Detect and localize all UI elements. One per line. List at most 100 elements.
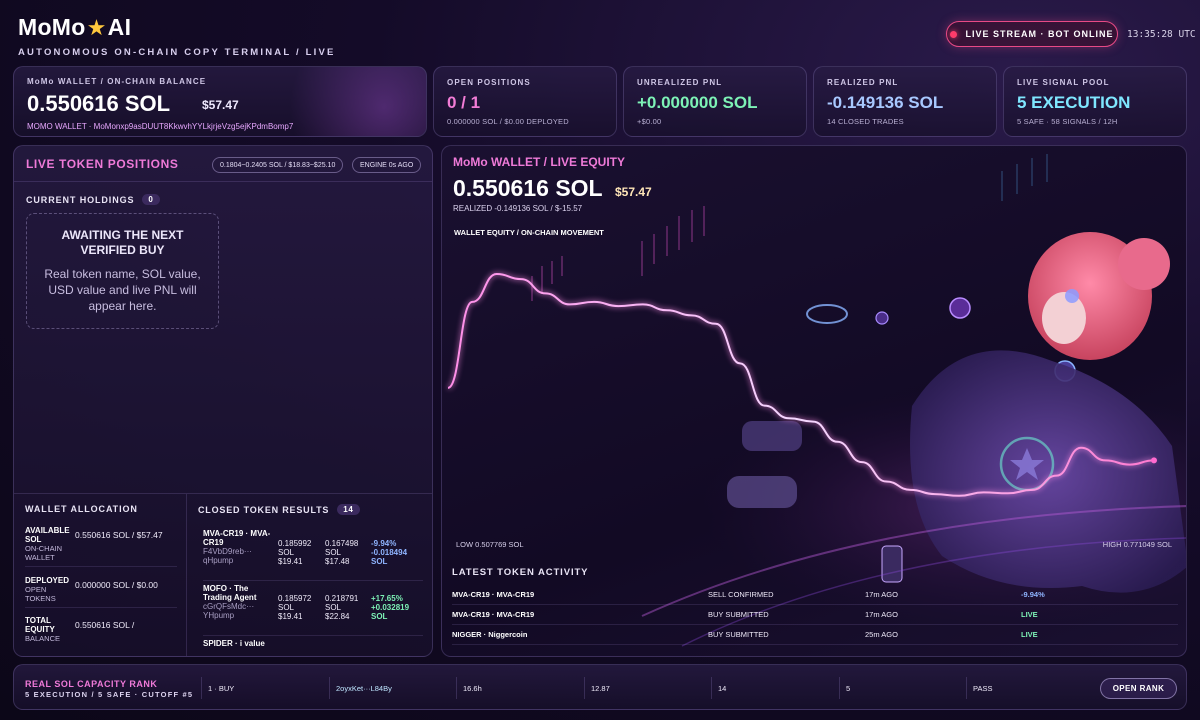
- stat-label: LIVE SIGNAL POOL: [1017, 78, 1110, 87]
- brand-name-left: MoMo: [18, 14, 86, 40]
- bg-candles: [531, 206, 705, 301]
- rank-position-cell: 1 · BUY: [201, 677, 328, 699]
- closed-result-row[interactable]: MVA-CR19 · MVA-CR19 F4VbD9reb··· qHpump 0…: [203, 529, 423, 581]
- activity-title: LATEST TOKEN ACTIVITY: [452, 567, 589, 578]
- activity-result: LIVE: [1021, 610, 1038, 619]
- entry-sol: 0.185992 SOL: [278, 539, 312, 557]
- closed-result-row[interactable]: SPIDER · i value: [203, 639, 423, 656]
- allocation-subkey: OPEN TOKENS: [25, 585, 56, 603]
- star-icon: ★: [86, 14, 107, 40]
- open-positions-card: OPEN POSITIONS 0 / 1 0.000000 SOL / $0.0…: [433, 66, 617, 137]
- empty-title: AWAITING THE NEXT VERIFIED BUY: [61, 228, 184, 257]
- closed-token-results: CLOSED TOKEN RESULTS 14 MVA-CR19 · MVA-C…: [187, 494, 432, 656]
- wallet-balance: 0.550616 SOL: [27, 91, 171, 116]
- activity-status: SELL CONFIRMED: [708, 590, 774, 599]
- allocation-subkey: BALANCE: [25, 634, 61, 643]
- activity-token: MVA-CR19 · MVA-CR19: [452, 610, 535, 619]
- allocation-row: DEPLOYED OPEN TOKENS 0.000000 SOL / $0.00: [25, 576, 177, 608]
- exit-sol: 0.218791 SOL: [325, 594, 359, 612]
- wallet-balance-card: MoMo WALLET / ON-CHAIN BALANCE 0.550616 …: [13, 66, 427, 137]
- brand: MoMo ★ AI AUTONOMOUS ON-CHAIN COPY TERMINA…: [18, 14, 336, 58]
- rank-score-cell: 12.87: [584, 677, 711, 699]
- activity-row[interactable]: MVA-CR19 · MVA-CR19 SELL CONFIRMED 17m A…: [452, 585, 1178, 605]
- allocation-row: AVAILABLE SOL ON-CHAIN WALLET 0.550616 SO…: [25, 526, 177, 567]
- live-status-pill[interactable]: LIVE STREAM · BOT ONLINE: [946, 21, 1118, 47]
- activity-result: LIVE: [1021, 630, 1038, 639]
- rank-trades-cell: 14: [711, 677, 838, 699]
- holdings-label-text: CURRENT HOLDINGS: [26, 194, 135, 205]
- closed-title-text: CLOSED TOKEN RESULTS: [198, 504, 330, 515]
- stat-label: OPEN POSITIONS: [447, 78, 531, 87]
- activity-time: 17m AGO: [865, 590, 898, 599]
- equity-title: MoMo WALLET / LIVE EQUITY: [453, 155, 625, 169]
- allocation-row: TOTAL EQUITY BALANCE 0.550616 SOL /: [25, 616, 177, 647]
- activity-status: BUY SUBMITTED: [708, 630, 769, 639]
- realized-summary: REALIZED -0.149136 SOL / $-15.57: [453, 204, 583, 213]
- holdings-count-badge: 0: [142, 194, 160, 205]
- capacity-rank-bar: REAL SOL CAPACITY RANK 5 EXECUTION / 5 S…: [13, 664, 1187, 710]
- exit-sol: 0.167498 SOL: [325, 539, 359, 557]
- stat-label: UNREALIZED PNL: [637, 78, 723, 87]
- stat-sub: 0.000000 SOL / $0.00 DEPLOYED: [447, 117, 569, 126]
- allocation-subkey: ON-CHAIN WALLET: [25, 544, 63, 562]
- live-token-positions-panel: LIVE TOKEN POSITIONS 0.1804~0.2405 SOL /…: [13, 145, 433, 657]
- token-address: F4VbD9reb··· qHpump: [203, 547, 252, 565]
- activity-row[interactable]: NIGGER · Niggercoin BUY SUBMITTED 25m AG…: [452, 625, 1178, 645]
- rank-age-cell: 16.6h: [456, 677, 583, 699]
- live-status-text: LIVE STREAM · BOT ONLINE: [965, 29, 1114, 39]
- closed-result-row[interactable]: MOFO · The Trading Agent cGrQFsMdc··· YHp…: [203, 584, 423, 636]
- stat-sub: 14 CLOSED TRADES: [827, 117, 904, 126]
- equity-balance: 0.550616 SOL: [453, 175, 603, 201]
- wallet-usd: $57.47: [202, 98, 239, 112]
- app-logo: MoMo ★ AI: [18, 14, 336, 41]
- brand-name-right: AI: [107, 14, 132, 40]
- engine-status-chip[interactable]: ENGINE 0s AGO: [352, 157, 422, 173]
- stat-value: 0 / 1: [447, 93, 481, 112]
- background-artwork: [447, 154, 1186, 647]
- sol-range-chip[interactable]: 0.1804~0.2405 SOL / $18.83~$25.10: [212, 157, 344, 173]
- allocation-key: TOTAL EQUITY: [25, 616, 55, 634]
- closed-results-title: CLOSED TOKEN RESULTS 14: [198, 504, 360, 515]
- wallet-address[interactable]: MOMO WALLET · MoMonxp9asDUUT8KkwvhYYLkjr…: [27, 122, 293, 131]
- allocation-key: AVAILABLE SOL: [25, 526, 70, 544]
- allocation-value: 0.000000 SOL / $0.00: [75, 580, 158, 590]
- activity-row[interactable]: MVA-CR19 · MVA-CR19 BUY SUBMITTED 17m AG…: [452, 605, 1178, 625]
- token-name: MOFO · The Trading Agent: [203, 584, 257, 602]
- activity-result: -9.94%: [1021, 590, 1045, 599]
- exit-usd: $22.84: [325, 612, 350, 621]
- stat-sub: 5 SAFE · 58 SIGNALS / 12H: [1017, 117, 1118, 126]
- rank-title: REAL SOL CAPACITY RANK: [25, 679, 158, 689]
- equity-low: LOW 0.507769 SOL: [456, 540, 524, 549]
- pnl-sol: +0.032819 SOL: [371, 603, 410, 621]
- clock: 13:35:28 UTC: [1127, 29, 1196, 40]
- rank-wallet-cell[interactable]: 2oyxKet···L84By: [329, 677, 456, 699]
- allocation-value: 0.550616 SOL / $57.47: [75, 530, 163, 540]
- entry-usd: $19.41: [278, 557, 303, 566]
- token-address: cGrQFsMdc··· YHpump: [203, 602, 255, 620]
- rank-count-cell: 5: [839, 677, 966, 699]
- activity-token: NIGGER · Niggercoin: [452, 630, 528, 639]
- activity-status: BUY SUBMITTED: [708, 610, 769, 619]
- activity-token: MVA-CR19 · MVA-CR19: [452, 590, 535, 599]
- entry-usd: $19.41: [278, 612, 303, 621]
- closed-count-badge: 14: [337, 504, 360, 515]
- pnl-percent: +17.65%: [371, 594, 403, 603]
- signal-pool-card: LIVE SIGNAL POOL 5 EXECUTION 5 SAFE · 58…: [1003, 66, 1187, 137]
- stat-sub: +$0.00: [637, 117, 662, 126]
- exit-usd: $17.48: [325, 557, 350, 566]
- activity-time: 25m AGO: [865, 630, 898, 639]
- pnl-sol: -0.018494 SOL: [371, 548, 408, 566]
- empty-holdings-placeholder: AWAITING THE NEXT VERIFIED BUY Real toke…: [26, 213, 219, 329]
- stat-value: 5 EXECUTION: [1017, 93, 1131, 112]
- pnl-percent: -9.94%: [371, 539, 397, 548]
- allocation-key: DEPLOYED: [25, 576, 70, 585]
- unrealized-pnl-card: UNREALIZED PNL +0.000000 SOL +$0.00: [623, 66, 807, 137]
- panel-title: LIVE TOKEN POSITIONS: [26, 157, 179, 171]
- app-subtitle: AUTONOMOUS ON-CHAIN COPY TERMINAL / LIVE: [18, 47, 336, 58]
- equity-endpoint: [1151, 457, 1157, 464]
- allocation-value: 0.550616 SOL /: [75, 620, 135, 630]
- token-name: MVA-CR19 · MVA-CR19: [203, 529, 271, 547]
- stat-value: -0.149136 SOL: [827, 93, 944, 112]
- realized-pnl-card: REALIZED PNL -0.149136 SOL 14 CLOSED TRA…: [813, 66, 997, 137]
- open-rank-button[interactable]: OPEN RANK: [1100, 678, 1177, 699]
